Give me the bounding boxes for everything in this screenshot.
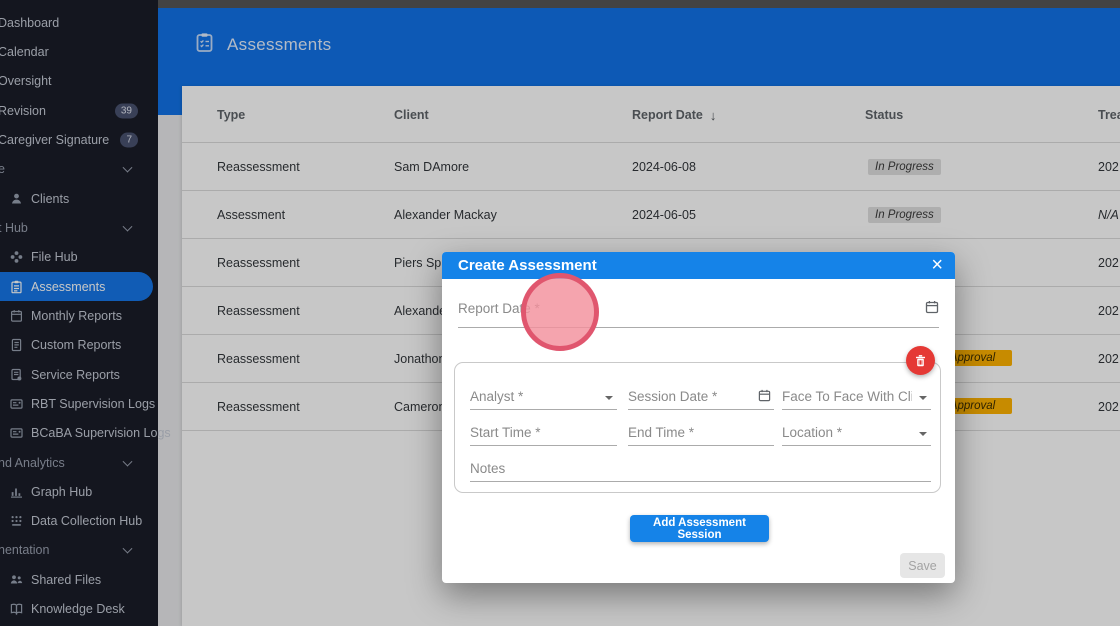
end-time-field[interactable]: End Time * (628, 425, 694, 440)
chevron-down-icon[interactable] (919, 432, 927, 436)
location-select[interactable]: Location * (782, 425, 842, 440)
session-date-underline (628, 409, 774, 410)
end-time-underline (628, 445, 774, 446)
delete-session-button[interactable] (906, 346, 935, 375)
face-to-face-select[interactable]: Face To Face With Clien… (782, 389, 912, 404)
add-assessment-session-button[interactable]: Add Assessment Session (630, 515, 769, 542)
calendar-icon[interactable] (758, 389, 771, 407)
location-underline (782, 445, 931, 446)
calendar-icon[interactable] (925, 300, 939, 319)
notes-underline (470, 481, 931, 482)
chevron-down-icon[interactable] (605, 396, 613, 400)
modal-title: Create Assessment (458, 257, 597, 274)
analyst-select[interactable]: Analyst * (470, 389, 523, 404)
notes-field[interactable]: Notes (470, 461, 505, 476)
create-assessment-modal: Create Assessment × Report Date * Analys… (442, 252, 955, 583)
trash-icon (916, 354, 925, 366)
modal-header: Create Assessment × (442, 252, 955, 279)
highlight-circle-annotation (521, 273, 599, 351)
face-to-face-underline (782, 409, 931, 410)
session-date-field[interactable]: Session Date * (628, 389, 717, 404)
start-time-field[interactable]: Start Time * (470, 425, 541, 440)
close-icon[interactable]: × (931, 252, 943, 279)
start-time-underline (470, 445, 617, 446)
save-button[interactable]: Save (900, 553, 945, 578)
analyst-underline (470, 409, 617, 410)
assessment-session-box: Analyst * Session Date * Face To Face Wi… (454, 362, 941, 493)
chevron-down-icon[interactable] (919, 396, 927, 400)
